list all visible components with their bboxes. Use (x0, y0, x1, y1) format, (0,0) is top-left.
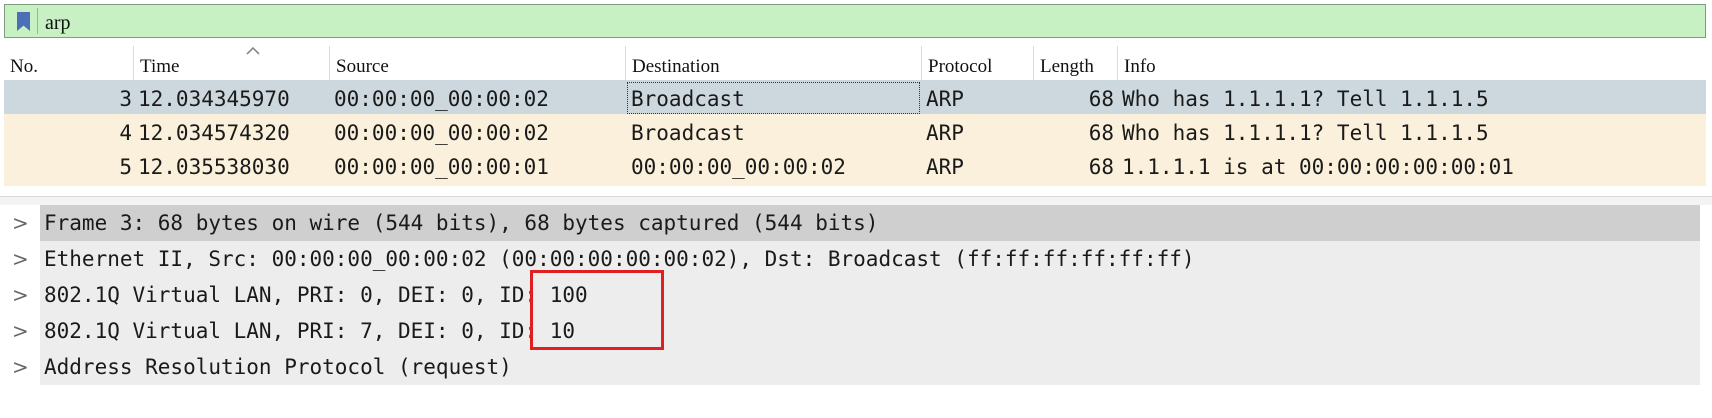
expand-arrow-icon[interactable]: > (12, 277, 29, 313)
sort-ascending-icon (246, 46, 260, 55)
detail-tree-label: 802.1Q Virtual LAN, PRI: 7, DEI: 0, ID: … (44, 319, 576, 343)
detail-tree-label: 802.1Q Virtual LAN, PRI: 0, DEI: 0, ID: … (44, 283, 588, 307)
packet-no: 3 (119, 87, 132, 111)
packet-source: 00:00:00_00:00:01 (334, 155, 549, 179)
detail-tree-item-arp[interactable]: > Address Resolution Protocol (request) (0, 349, 1712, 385)
bookmark-icon (17, 12, 30, 31)
expand-arrow-icon[interactable]: > (12, 205, 29, 241)
packet-time: 12.034345970 (138, 87, 290, 111)
packet-length: 68 (1088, 155, 1114, 179)
packet-row[interactable]: 5 12.035538030 00:00:00_00:00:01 00:00:0… (4, 148, 1706, 186)
detail-tree-item-vlan-inner[interactable]: > 802.1Q Virtual LAN, PRI: 7, DEI: 0, ID… (0, 313, 1712, 349)
packet-row[interactable]: 3 12.034345970 00:00:00_00:00:02 Broadca… (4, 80, 1706, 118)
vlan-id-highlight-box (530, 270, 664, 350)
packet-protocol: ARP (926, 155, 964, 179)
expand-arrow-icon[interactable]: > (12, 241, 29, 277)
pane-splitter[interactable] (0, 196, 1712, 205)
packet-destination: 00:00:00_00:00:02 (631, 155, 846, 179)
packet-info: 1.1.1.1 is at 00:00:00:00:00:01 (1122, 155, 1514, 179)
packet-time: 12.034574320 (138, 121, 290, 145)
display-filter-input[interactable]: arp (45, 12, 71, 35)
packet-info: Who has 1.1.1.1? Tell 1.1.1.5 (1122, 121, 1489, 145)
expand-arrow-icon[interactable]: > (12, 313, 29, 349)
filter-bookmark-button[interactable] (9, 8, 38, 34)
packet-no: 5 (119, 155, 132, 179)
packet-source: 00:00:00_00:00:02 (334, 121, 549, 145)
expand-arrow-icon[interactable]: > (12, 349, 29, 385)
focused-cell-outline (627, 82, 920, 114)
detail-tree-label: Address Resolution Protocol (request) (44, 355, 512, 379)
packet-no: 4 (119, 121, 132, 145)
display-filter-bar[interactable]: arp (4, 4, 1706, 38)
packet-length: 68 (1088, 87, 1114, 111)
packet-row[interactable]: 4 12.034574320 00:00:00_00:00:02 Broadca… (4, 114, 1706, 152)
packet-info: Who has 1.1.1.1? Tell 1.1.1.5 (1122, 87, 1489, 111)
packet-length: 68 (1088, 121, 1114, 145)
detail-tree-item-ethernet[interactable]: > Ethernet II, Src: 00:00:00_00:00:02 (0… (0, 241, 1712, 277)
packet-destination: Broadcast (631, 121, 745, 145)
detail-tree-label: Frame 3: 68 bytes on wire (544 bits), 68… (44, 211, 879, 235)
packet-source: 00:00:00_00:00:02 (334, 87, 549, 111)
packet-time: 12.035538030 (138, 155, 290, 179)
detail-tree-item-vlan-outer[interactable]: > 802.1Q Virtual LAN, PRI: 0, DEI: 0, ID… (0, 277, 1712, 313)
packet-protocol: ARP (926, 121, 964, 145)
packet-protocol: ARP (926, 87, 964, 111)
detail-tree-item-frame[interactable]: > Frame 3: 68 bytes on wire (544 bits), … (0, 205, 1712, 241)
